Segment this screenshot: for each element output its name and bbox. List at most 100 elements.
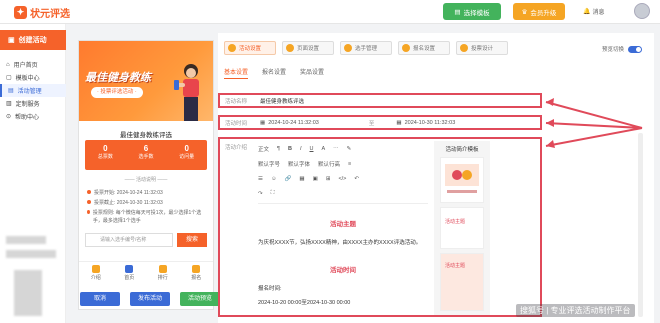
subtab-basic[interactable]: 基本设置	[224, 67, 249, 79]
blurred-content	[6, 236, 46, 244]
sidebar-item-templates[interactable]: ▢ 模板中心	[0, 71, 66, 84]
tab-home[interactable]: 首页	[113, 262, 147, 285]
code-icon[interactable]: </>	[338, 176, 346, 182]
tab-intro[interactable]: 介绍	[79, 262, 113, 285]
toolbar-row: 默认字号 默认字体 默认行高 ≡	[258, 156, 428, 171]
list-icon[interactable]: ☰	[258, 176, 263, 182]
subtab-prize[interactable]: 奖品设置	[300, 67, 324, 79]
template-thumbnail	[445, 164, 479, 193]
more-icon[interactable]: ⋯	[333, 146, 339, 152]
preview-button[interactable]: 活动预览	[180, 292, 220, 306]
tab-contestant-management[interactable]: 选手管理	[340, 41, 392, 55]
tab-vote-design[interactable]: 投票设计	[456, 41, 508, 55]
activity-intro-editor: 活动介绍 正文 ¶ B I U A ⋯ ✎ 默认字号 默认字体 默认行高 ≡ ☰…	[218, 137, 542, 317]
editor-content[interactable]: 活动主题 为庆祝XXXX节，弘扬XXXX精神，由XXXX主办的XXXX评选活动。…	[258, 203, 428, 315]
bold-icon[interactable]: B	[288, 146, 292, 152]
table-icon[interactable]: ⊞	[326, 176, 331, 182]
emoji-icon[interactable]: ☺	[271, 176, 277, 182]
sidebar-item-home[interactable]: ⌂ 用户首页	[0, 58, 66, 71]
tab-signup-settings[interactable]: 报名设置	[398, 41, 450, 55]
tab-activity-settings[interactable]: 活动设置	[224, 41, 276, 55]
line-height-dropdown[interactable]: 默认行高	[318, 160, 340, 168]
cancel-button[interactable]: 取消	[80, 292, 120, 306]
fullscreen-icon[interactable]: ⛶	[271, 190, 275, 197]
calendar-icon: ▦	[260, 119, 266, 126]
image-icon[interactable]: ▦	[299, 176, 304, 182]
vip-upgrade-button[interactable]: ♛ 会员升级	[513, 3, 565, 20]
font-size-dropdown[interactable]: 默认字号	[258, 160, 280, 168]
template-card[interactable]: 活动主题	[440, 207, 484, 249]
blurred-content	[6, 250, 56, 258]
info-rule: 投票规则: 每个微信每天可投1次，最少选择1个选手，最多选择1个选手	[87, 209, 207, 225]
start-time-input[interactable]: ▦ 2024-10-24 11:32:03	[260, 120, 319, 126]
select-template-button[interactable]: ▤ 选择模板	[443, 3, 501, 20]
home-icon	[125, 265, 134, 273]
editor-panel: 活动设置 页面设置 选手管理 报名设置 投票设计 预览切换 基本设置 报名设置 …	[218, 33, 654, 323]
banner-subtitle: · 投票评选活动 ·	[91, 87, 143, 98]
watermark: 搜狐号 | 专业评选活动制作平台	[516, 304, 635, 317]
logo-text: 状元评选	[30, 9, 70, 20]
tab-signup[interactable]: 报名	[180, 262, 214, 285]
underline-icon[interactable]: U	[310, 146, 314, 152]
align-icon[interactable]: ≡	[348, 161, 351, 167]
redo-icon[interactable]: ↷	[258, 191, 263, 197]
font-family-dropdown[interactable]: 默认字体	[288, 160, 310, 168]
undo-icon[interactable]: ↶	[354, 176, 359, 182]
doc-heading: 活动主题	[330, 221, 356, 228]
page-icon	[286, 44, 294, 52]
intro-icon	[91, 265, 100, 273]
search-button[interactable]: 搜索	[177, 233, 207, 247]
avatar[interactable]	[634, 3, 650, 19]
scrollbar[interactable]	[638, 133, 643, 317]
publish-button[interactable]: 发布活动	[130, 292, 170, 306]
activity-title: 最佳健身教练评选	[120, 132, 172, 139]
tab-page-settings[interactable]: 页面设置	[282, 41, 334, 55]
vip-icon: ♛	[521, 8, 528, 16]
activity-time-field: 活动时间 ▦ 2024-10-24 11:32:03 至 ▦ 2024-10-30 …	[218, 115, 542, 130]
activity-icon: ▤	[8, 88, 14, 94]
sub-tabs: 基本设置 报名设置 奖品设置	[224, 67, 324, 79]
section-label: —— 活动说明 ——	[124, 177, 168, 183]
preview-toggle[interactable]: 预览切换	[602, 45, 643, 53]
home-icon: ⌂	[6, 61, 10, 68]
logo[interactable]: ✦ 状元评选	[14, 5, 70, 20]
form-icon	[402, 44, 410, 52]
contestant-search-input[interactable]: 请输入选手编号/名称	[85, 233, 173, 247]
toolbar-row: ↷ ⛶	[258, 186, 428, 201]
template-icon: ▤	[454, 8, 461, 16]
template-icon: ▢	[6, 75, 12, 81]
paragraph-icon[interactable]: ¶	[277, 146, 280, 152]
sidebar-item-help[interactable]: ⊙ 帮助中心	[0, 110, 66, 123]
template-card[interactable]	[440, 157, 484, 203]
toggle-switch[interactable]	[628, 45, 643, 53]
doc-paragraph: 为庆祝XXXX节，弘扬XXXX精神，由XXXX主办的XXXX评选活动。	[258, 240, 422, 246]
activity-name-input[interactable]: 最佳健身教练评选	[260, 97, 304, 105]
banner: 最佳健身教练 · 投票评选活动 ·	[79, 41, 213, 121]
help-icon: ⊙	[6, 114, 12, 120]
doc-heading: 活动时间	[330, 267, 356, 274]
create-activity-button[interactable]: ▣ 创建活动	[0, 30, 66, 50]
settings-icon	[228, 44, 236, 52]
stat-contestants: 6 选手数	[138, 144, 154, 160]
sidebar: ▣ 创建活动 ⌂ 用户首页 ▢ 模板中心 ▤ 活动管理 ▥ 定制服务 ⊙ 帮助中心	[0, 24, 66, 323]
sidebar-item-custom[interactable]: ▥ 定制服务	[0, 97, 66, 110]
calendar-icon: ▦	[396, 119, 402, 126]
editor-toolbar: 正文 ¶ B I U A ⋯ ✎ 默认字号 默认字体 默认行高 ≡ ☰ ☺ 🔗 …	[258, 141, 428, 201]
link-icon[interactable]: 🔗	[285, 176, 292, 182]
logo-icon: ✦	[14, 6, 27, 19]
info-end: 投票截止: 2024-10-30 11:32:03	[87, 199, 163, 206]
template-card[interactable]: 活动主题	[440, 253, 484, 311]
brush-icon[interactable]: ✎	[347, 146, 352, 152]
blurred-qr-code	[14, 270, 42, 316]
message-button[interactable]: 🔔 消息	[583, 7, 605, 16]
subtab-signup[interactable]: 报名设置	[262, 67, 286, 79]
video-icon[interactable]: ▣	[313, 176, 318, 182]
end-time-input[interactable]: ▦ 2024-10-30 11:32:03	[396, 120, 455, 126]
italic-icon[interactable]: I	[300, 146, 302, 152]
tab-rank[interactable]: 排行	[146, 262, 180, 285]
format-dropdown[interactable]: 正文	[258, 145, 269, 153]
font-color-icon[interactable]: A	[321, 146, 325, 152]
fitness-woman-illustration	[174, 64, 199, 121]
stat-visits: 0 访问量	[179, 144, 195, 160]
sidebar-item-activity[interactable]: ▤ 活动管理	[0, 84, 66, 97]
